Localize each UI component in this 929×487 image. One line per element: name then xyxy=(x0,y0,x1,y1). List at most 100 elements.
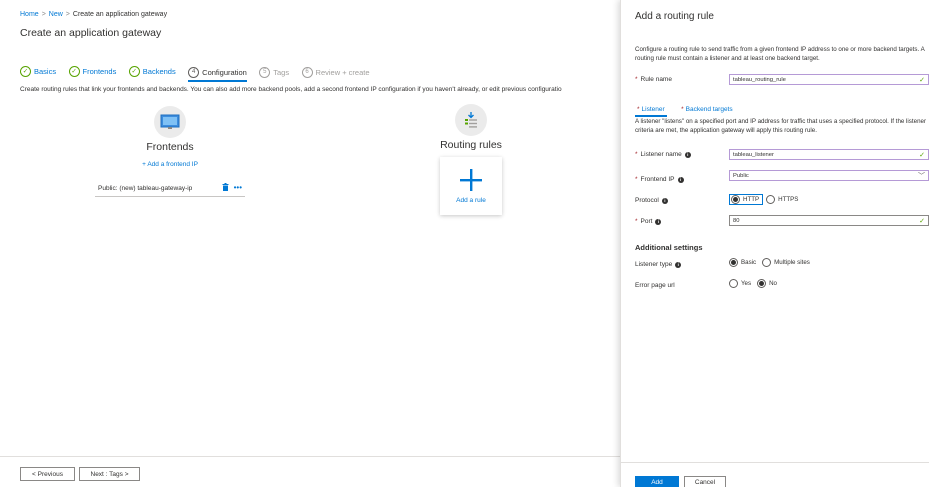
listener-type-label-text: Listener type xyxy=(635,261,673,268)
frontend-ip-label-text: Frontend IP xyxy=(640,176,675,183)
valid-check-icon: ✓ xyxy=(919,76,925,84)
info-icon[interactable]: i xyxy=(684,151,691,158)
breadcrumb-current: Create an application gateway xyxy=(72,11,168,18)
add-button[interactable]: Add xyxy=(635,476,679,487)
frontend-ip-field-label: * Frontend IP i xyxy=(635,176,684,183)
add-routing-rule-panel: Add a routing rule Configure a routing r… xyxy=(620,0,929,487)
tab-basics[interactable]: ✓ Basics xyxy=(20,62,56,80)
error-page-label: Error page url xyxy=(635,282,675,289)
tab-backends[interactable]: ✓ Backends xyxy=(128,62,176,80)
cancel-button[interactable]: Cancel xyxy=(684,476,726,487)
protocol-https-label: HTTPS xyxy=(778,196,799,203)
tab-label: Tags xyxy=(273,67,290,77)
configuration-description: Create routing rules that link your fron… xyxy=(20,86,562,93)
tab-backend-targets-label: Backend targets xyxy=(685,106,733,113)
listener-description: A listener "listens" on a specified port… xyxy=(635,118,927,134)
listener-name-value: tableau_listener xyxy=(733,151,774,158)
add-frontend-ip-link[interactable]: + Add a frontend IP xyxy=(142,161,198,168)
tab-review-create[interactable]: 6 Review + create xyxy=(301,63,370,81)
listener-type-basic-option[interactable]: Basic xyxy=(729,258,756,267)
tab-backend-targets[interactable]: * Backend targets xyxy=(679,106,735,115)
tab-listener[interactable]: * Listener xyxy=(635,106,667,117)
error-page-no-label: No xyxy=(769,280,778,287)
frontend-ip-item[interactable]: Public: (new) tableau-gateway-ip ••• xyxy=(95,181,245,197)
page-title: Create an application gateway xyxy=(20,27,162,39)
rule-sub-tabs: * Listener * Backend targets xyxy=(635,98,743,117)
error-page-radio-group: Yes No xyxy=(729,279,783,288)
main-content: Home > New > Create an application gateway C… xyxy=(0,0,620,487)
radio-selected-icon xyxy=(731,195,740,204)
wizard-footer: < Previous Next : Tags > xyxy=(0,456,620,487)
routing-rules-title: Routing rules xyxy=(440,139,502,151)
frontend-ip-value: Public xyxy=(733,172,749,179)
check-circle-icon: ✓ xyxy=(20,65,31,77)
listener-type-basic-label: Basic xyxy=(741,259,757,266)
info-icon[interactable]: i xyxy=(661,197,668,204)
routing-rules-section: Routing rules Add a rule xyxy=(432,104,510,215)
breadcrumb: Home > New > Create an application gateway xyxy=(20,11,167,18)
plus-icon xyxy=(460,169,482,191)
protocol-https-option[interactable]: HTTPS xyxy=(766,195,798,204)
add-rule-label: Add a rule xyxy=(456,197,486,204)
listener-type-radio-group: Basic Multiple sites xyxy=(729,258,816,267)
tab-configuration[interactable]: 4 Configuration xyxy=(188,64,247,82)
protocol-label: Protocol i xyxy=(635,197,668,204)
frontend-ip-select[interactable]: Public ﹀ xyxy=(729,170,929,181)
listener-name-input[interactable]: tableau_listener ✓ xyxy=(729,149,929,160)
port-input[interactable]: 80 ✓ xyxy=(729,215,929,226)
listener-name-label: * Listener name i xyxy=(635,151,691,158)
radio-empty-icon xyxy=(766,195,776,204)
check-circle-icon: ✓ xyxy=(128,65,140,77)
more-options-icon[interactable]: ••• xyxy=(234,184,242,192)
step-number-icon: 6 xyxy=(301,66,313,78)
valid-check-icon: ✓ xyxy=(919,151,925,159)
valid-check-icon: ✓ xyxy=(919,217,925,225)
next-tags-button[interactable]: Next : Tags > xyxy=(79,467,140,481)
rule-name-input[interactable]: tableau_routing_rule ✓ xyxy=(729,74,929,85)
port-label: * Port i xyxy=(635,218,662,225)
panel-description: Configure a routing rule to send traffic… xyxy=(635,46,925,62)
listener-type-multi-option[interactable]: Multiple sites xyxy=(762,258,810,267)
listener-type-label: Listener type i xyxy=(635,261,682,268)
listener-type-multi-label: Multiple sites xyxy=(774,259,810,266)
port-value: 80 xyxy=(733,217,740,224)
frontends-section: Frontends + Add a frontend IP Public: (n… xyxy=(95,106,245,197)
protocol-label-text: Protocol xyxy=(635,197,659,204)
tab-listener-label: Listener xyxy=(641,106,665,113)
protocol-radio-group: HTTP HTTPS xyxy=(729,194,804,205)
error-page-yes-option[interactable]: Yes xyxy=(729,279,751,288)
additional-settings-heading: Additional settings xyxy=(635,243,703,252)
step-number-icon: 4 xyxy=(188,66,200,78)
info-icon[interactable]: i xyxy=(655,218,662,225)
tab-tags[interactable]: 5 Tags xyxy=(259,63,289,81)
panel-footer: Add Cancel xyxy=(621,462,929,487)
frontend-item-actions: ••• xyxy=(222,183,242,193)
previous-button[interactable]: < Previous xyxy=(20,467,75,481)
tab-label: Frontends xyxy=(82,66,117,76)
radio-selected-icon xyxy=(757,279,767,288)
routing-rules-icon xyxy=(455,104,487,136)
protocol-http-option[interactable]: HTTP xyxy=(729,194,764,205)
frontend-monitor-icon xyxy=(154,106,186,138)
radio-selected-icon xyxy=(729,258,738,267)
rule-name-label-text: Rule name xyxy=(640,76,672,83)
panel-title: Add a routing rule xyxy=(635,11,714,22)
frontends-title: Frontends xyxy=(146,141,194,153)
radio-empty-icon xyxy=(762,258,772,267)
protocol-http-label: HTTP xyxy=(743,196,760,203)
info-icon[interactable]: i xyxy=(677,176,684,183)
breadcrumb-separator: > xyxy=(65,11,70,18)
error-page-yes-label: Yes xyxy=(741,280,752,287)
breadcrumb-home[interactable]: Home xyxy=(20,11,39,18)
breadcrumb-new[interactable]: New xyxy=(49,11,63,18)
error-page-no-option[interactable]: No xyxy=(757,279,777,288)
add-rule-card[interactable]: Add a rule xyxy=(440,157,502,215)
tab-label: Backends xyxy=(142,66,176,76)
required-mark: * xyxy=(635,218,638,225)
info-icon[interactable]: i xyxy=(675,261,682,268)
rule-name-value: tableau_routing_rule xyxy=(733,76,786,83)
required-mark: * xyxy=(681,106,684,113)
delete-icon[interactable] xyxy=(222,183,229,193)
tab-frontends[interactable]: ✓ Frontends xyxy=(68,62,117,80)
port-label-text: Port xyxy=(640,218,653,225)
